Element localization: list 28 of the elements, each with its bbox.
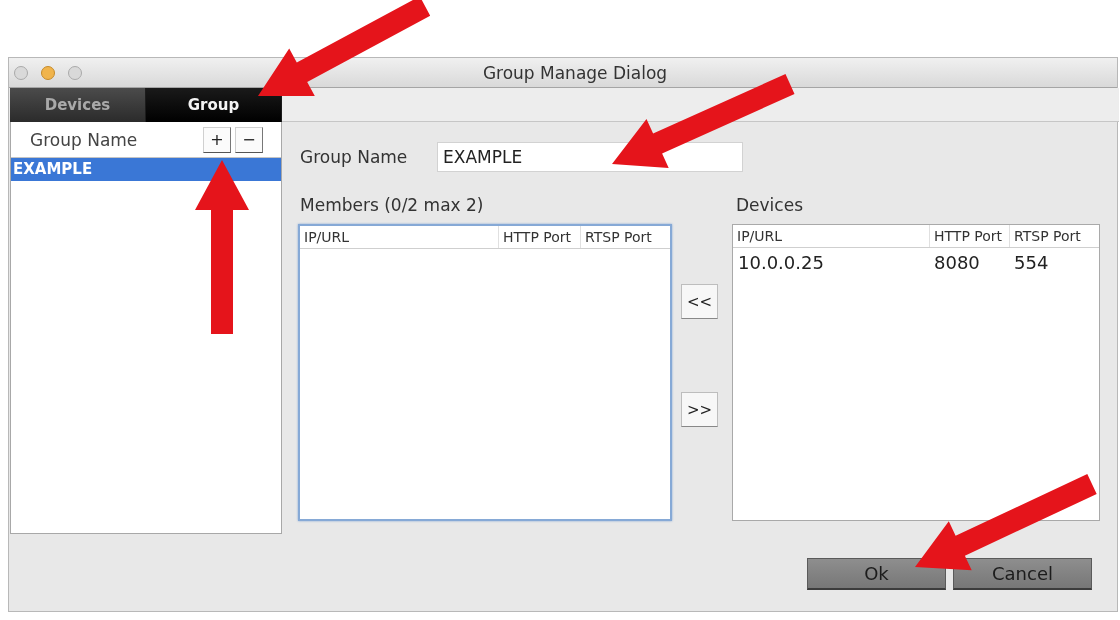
window-minimize-icon[interactable] — [41, 65, 55, 80]
tab[interactable]: Group — [146, 88, 282, 122]
window-title: Group Manage Dialog — [481, 62, 668, 83]
cancel-button[interactable]: Cancel — [953, 558, 1092, 590]
tab[interactable]: Devices — [10, 88, 146, 122]
move-button[interactable]: >> — [681, 392, 718, 427]
window-close-icon[interactable] — [14, 65, 28, 80]
column-header: IP/URL — [736, 227, 784, 246]
table-cell-text: 8080 — [933, 251, 981, 275]
devices-table[interactable]: IP/URL HTTP Port RTSP Port 10.0.0.25 8080 554 — [732, 224, 1100, 521]
table-cell-text: 554 — [1013, 251, 1050, 275]
move-button[interactable]: << — [681, 284, 718, 319]
devices-label: Devices — [735, 195, 804, 216]
column-header: HTTP Port — [498, 226, 580, 248]
column-header: Group Name — [30, 129, 139, 150]
group-name-label: Group Name — [299, 146, 409, 168]
add-button[interactable]: + — [203, 126, 231, 153]
window-zoom-icon[interactable] — [68, 65, 82, 80]
members-table[interactable]: IP/URL HTTP Port RTSP Port — [298, 224, 672, 521]
column-header: HTTP Port — [929, 225, 1009, 247]
ok-button[interactable]: Ok — [807, 558, 946, 590]
table-cell-text: 10.0.0.25 — [737, 251, 825, 275]
group-list-item[interactable]: EXAMPLE — [11, 158, 281, 181]
column-header: RTSP Port — [580, 226, 670, 248]
members-label: Members (0/2 max 2) — [299, 195, 485, 216]
remove-button[interactable]: − — [235, 126, 263, 153]
column-header: IP/URL — [303, 228, 351, 247]
column-header: RTSP Port — [1009, 225, 1099, 247]
